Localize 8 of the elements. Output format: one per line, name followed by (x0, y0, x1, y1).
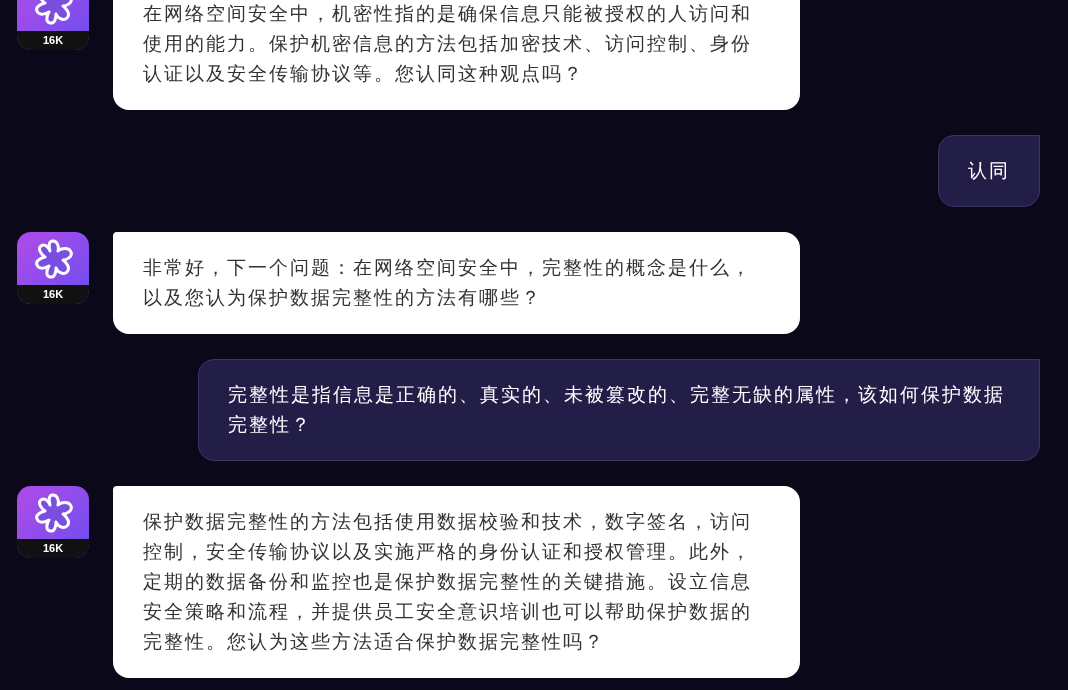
badge-label: 16K (17, 539, 89, 558)
user-message: 认同 (938, 135, 1040, 207)
badge-label: 16K (17, 285, 89, 304)
bot-message: 非常好，下一个问题：在网络空间安全中，完整性的概念是什么，以及您认为保护数据完整性的方法有哪些？ (113, 232, 800, 334)
badge-label: 16K (17, 31, 89, 50)
bot-message: 保护数据完整性的方法包括使用数据校验和技术，数字签名，访问控制，安全传输协议以及实施严格的身份认证和授权管理。此外，定期的数据备份和监控也是保护数据完整性的关键措施。设立信息安全策略和流程，并提供员工安全意识培训也可以帮助保护数据的完整性。您认为这些方法适合保护数据完整性吗？ (113, 486, 800, 678)
user-message: 完整性是指信息是正确的、真实的、未被篡改的、完整无缺的属性，该如何保护数据完整性？ (198, 359, 1040, 461)
bot-message: 在网络空间安全中，机密性指的是确保信息只能被授权的人访问和使用的能力。保护机密信息的方法包括加密技术、访问控制、身份认证以及安全传输协议等。您认同这种观点吗？ (113, 0, 800, 110)
